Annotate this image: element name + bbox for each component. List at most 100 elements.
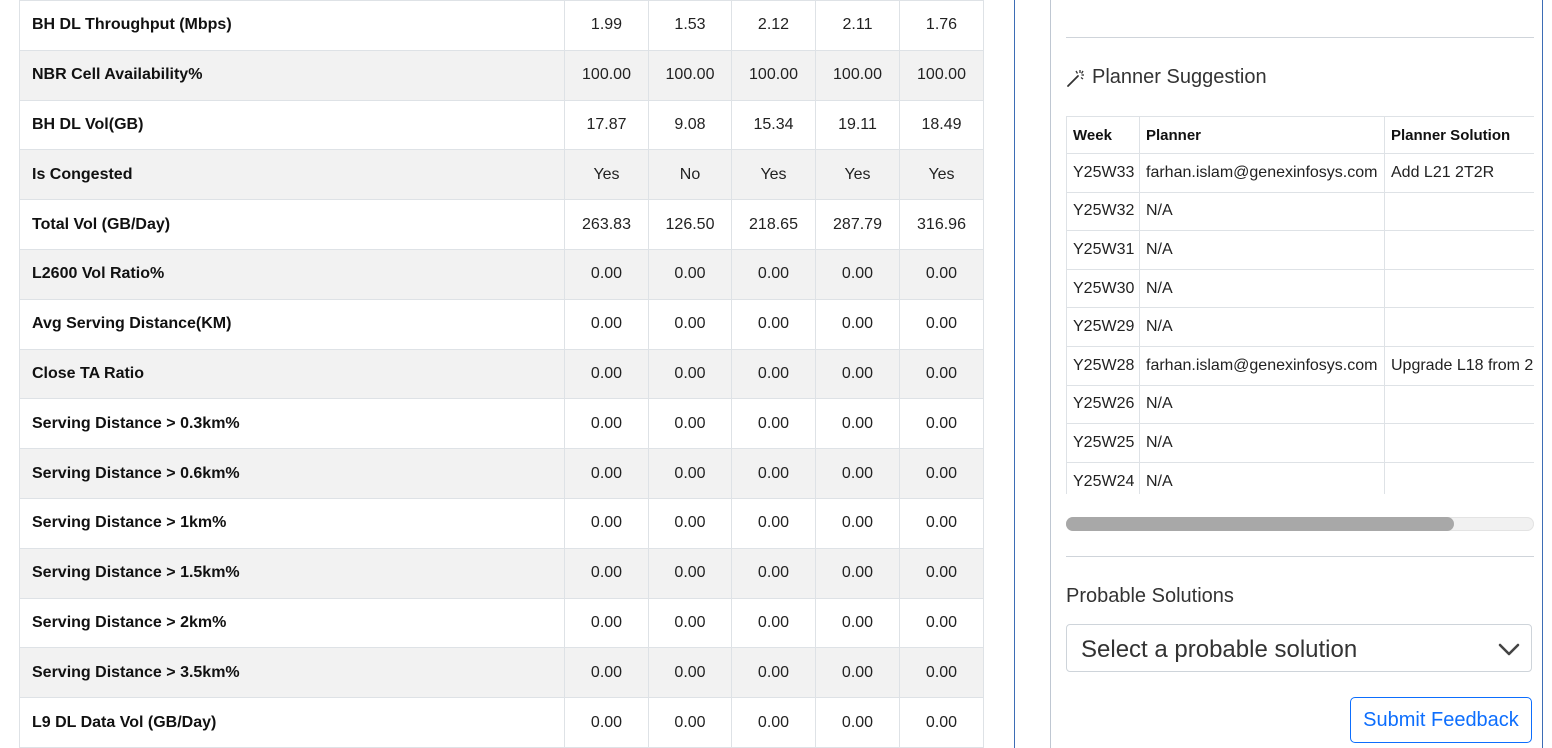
table-row: Y25W30 N/A <box>1066 268 1534 309</box>
table-row: Avg Serving Distance(KM) 0.00 0.00 0.00 0.00… <box>19 298 984 350</box>
kpi-value: 100.00 <box>899 49 984 101</box>
planner-suggestion-table: Week Planner Planner Solution Y25W33 farh… <box>1066 116 1534 494</box>
planner-solution-cell <box>1384 191 1534 232</box>
kpi-value: 1.53 <box>648 0 732 51</box>
probable-solution-select[interactable]: Select a probable solution <box>1066 624 1532 672</box>
planner-solution-cell <box>1384 423 1534 463</box>
kpi-value: 100.00 <box>815 49 900 101</box>
planner-table-scroll[interactable]: Week Planner Planner Solution Y25W33 farh… <box>1066 116 1534 494</box>
kpi-value: 100.00 <box>731 49 816 101</box>
week-cell: Y25W24 <box>1066 461 1140 494</box>
table-row: Total Vol (GB/Day) 263.83 126.50 218.65 287.… <box>19 199 984 250</box>
kpi-value: 0.00 <box>564 697 649 748</box>
kpi-value: 0.00 <box>815 597 900 649</box>
kpi-value: 100.00 <box>564 49 649 101</box>
kpi-value: 0.00 <box>648 298 732 350</box>
planner-solution-cell: Add L21 2T2R <box>1384 153 1534 193</box>
kpi-value: Yes <box>731 149 816 201</box>
table-row: Serving Distance > 0.3km% 0.00 0.00 0.00 0.0… <box>19 398 984 450</box>
kpi-value: 0.00 <box>815 497 900 549</box>
panel-border-right <box>1542 0 1543 748</box>
kpi-value: 287.79 <box>815 199 900 250</box>
kpi-value: 2.11 <box>815 0 900 51</box>
kpi-label: BH DL Throughput (Mbps) <box>19 0 565 51</box>
kpi-value: 15.34 <box>731 99 816 151</box>
table-row: Serving Distance > 2km% 0.00 0.00 0.00 0.00 0… <box>19 597 984 649</box>
kpi-value: No <box>648 149 732 201</box>
kpi-value: 0.00 <box>899 298 984 350</box>
week-cell: Y25W32 <box>1066 191 1140 232</box>
kpi-value: 0.00 <box>815 647 900 699</box>
magic-wand-icon <box>1067 69 1084 87</box>
kpi-value: 0.00 <box>899 697 984 748</box>
kpi-label: BH DL Vol(GB) <box>19 99 565 151</box>
table-row: Y25W26 N/A <box>1066 384 1534 425</box>
planner-solution-cell <box>1384 307 1534 347</box>
table-row: Serving Distance > 3.5km% 0.00 0.00 0.00 0.0… <box>19 647 984 699</box>
kpi-value: 0.00 <box>648 497 732 549</box>
table-row: Close TA Ratio 0.00 0.00 0.00 0.00 0.00 <box>19 348 984 400</box>
kpi-label: Total Vol (GB/Day) <box>19 199 565 250</box>
kpi-value: 0.00 <box>815 398 900 450</box>
horizontal-scrollbar[interactable] <box>1066 517 1534 531</box>
week-cell: Y25W29 <box>1066 307 1140 347</box>
week-cell: Y25W28 <box>1066 345 1140 386</box>
kpi-value: 0.00 <box>731 497 816 549</box>
planner-cell: N/A <box>1139 384 1385 425</box>
scrollbar-thumb[interactable] <box>1066 517 1455 531</box>
table-row: Y25W25 N/A <box>1066 423 1534 463</box>
page: BH DL Throughput (Mbps) 1.99 1.53 2.12 2.11 1… <box>0 0 1552 748</box>
table-row: Y25W32 N/A <box>1066 191 1534 232</box>
planner-cell: N/A <box>1139 307 1385 347</box>
week-cell: Y25W33 <box>1066 153 1140 193</box>
table-row: Serving Distance > 1km% 0.00 0.00 0.00 0.00 0… <box>19 497 984 549</box>
table-row: BH DL Vol(GB) 17.87 9.08 15.34 19.11 18.49 <box>19 99 984 151</box>
kpi-table: BH DL Throughput (Mbps) 1.99 1.53 2.12 2.11 1… <box>19 0 984 748</box>
kpi-value: 0.00 <box>899 398 984 450</box>
kpi-value: 0.00 <box>899 547 984 599</box>
planner-cell: farhan.islam@genexinfosys.com <box>1139 345 1385 386</box>
kpi-value: 0.00 <box>899 448 984 499</box>
kpi-value: 0.00 <box>731 547 816 599</box>
planner-solution-cell: Upgrade L18 from 2 <box>1384 345 1534 386</box>
kpi-value: 0.00 <box>731 248 816 300</box>
submit-feedback-button[interactable]: Submit Feedback <box>1350 697 1532 743</box>
kpi-value: 0.00 <box>564 398 649 450</box>
kpi-value: 126.50 <box>648 199 732 250</box>
table-row: NBR Cell Availability% 100.00 100.00 100.00… <box>19 49 984 101</box>
kpi-value: 0.00 <box>564 248 649 300</box>
kpi-value: 100.00 <box>648 49 732 101</box>
kpi-value: 0.00 <box>815 697 900 748</box>
kpi-label: Serving Distance > 2km% <box>19 597 565 649</box>
kpi-value: 1.99 <box>564 0 649 51</box>
table-header-row: Week Planner Planner Solution <box>1066 116 1534 154</box>
kpi-label: Serving Distance > 1km% <box>19 497 565 549</box>
week-cell: Y25W25 <box>1066 423 1140 463</box>
kpi-value: Yes <box>815 149 900 201</box>
planner-solution-cell <box>1384 384 1534 425</box>
kpi-value: Yes <box>899 149 984 201</box>
kpi-value: 0.00 <box>899 248 984 300</box>
probable-solutions-label: Probable Solutions <box>1066 585 1234 607</box>
panel-inner-border <box>1050 0 1051 748</box>
table-row: Y25W31 N/A <box>1066 230 1534 270</box>
kpi-value: 2.12 <box>731 0 816 51</box>
kpi-value: 0.00 <box>815 547 900 599</box>
planner-cell: N/A <box>1139 191 1385 232</box>
kpi-value: 0.00 <box>648 398 732 450</box>
kpi-value: 0.00 <box>899 497 984 549</box>
feedback-panel: Planner Suggestion Week Planner Planner … <box>1066 0 1534 748</box>
kpi-label: L2600 Vol Ratio% <box>19 248 565 300</box>
week-cell: Y25W31 <box>1066 230 1140 270</box>
kpi-label: L9 DL Data Vol (GB/Day) <box>19 697 565 748</box>
table-row: Serving Distance > 0.6km% 0.00 0.00 0.00 0.0… <box>19 448 984 499</box>
column-header-planner: Planner <box>1139 116 1385 154</box>
kpi-value: 9.08 <box>648 99 732 151</box>
kpi-value: 0.00 <box>648 448 732 499</box>
kpi-value: 0.00 <box>564 547 649 599</box>
kpi-label: Avg Serving Distance(KM) <box>19 298 565 350</box>
kpi-label: Serving Distance > 0.6km% <box>19 448 565 499</box>
planner-suggestion-heading: Planner Suggestion <box>1066 66 1267 89</box>
table-row: Y25W28 farhan.islam@genexinfosys.com Upgra… <box>1066 345 1534 386</box>
kpi-value: 0.00 <box>731 647 816 699</box>
